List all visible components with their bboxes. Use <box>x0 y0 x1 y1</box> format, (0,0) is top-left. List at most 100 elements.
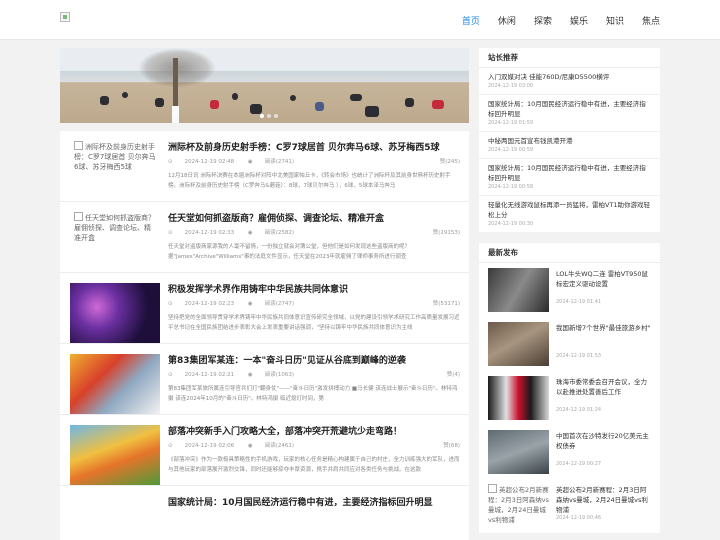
recommend-item[interactable]: 中秘两国元首宣布钱凯港开港 2024-12-19 00:59 <box>479 132 660 159</box>
recommend-title: 站长推荐 <box>479 48 660 68</box>
nav-item-knowledge[interactable]: 知识 <box>606 14 624 27</box>
recommend-item-date: 2024-12-19 01:59 <box>488 120 534 126</box>
article-summary: 《部落冲突》作为一款极具策略性的手机游戏，玩家的核心任务是精心构建属于自己的村庄… <box>168 457 460 473</box>
article-date: 2024-12-19 02:33 <box>184 230 235 236</box>
site-header: 首页 休闲 探索 娱乐 知识 焦点 <box>0 0 720 40</box>
article-summary: 12月18日讯 洲际杯决赛在本届洲际杯对阵中北美国家帕丘卡，《转会市场》也统计了… <box>168 173 451 189</box>
article-reads: 阅读(2582) <box>264 230 295 236</box>
recommend-box: 站长推荐 入门双媒对决 佳能760D/尼康D5500横评 2024-12-19 … <box>479 48 660 233</box>
article-title[interactable]: 国家统计局：10月国民经济运行稳中有进，主要经济指标回升明显 <box>168 495 460 508</box>
latest-item-date: 2024-12-19 00:27 <box>556 461 602 467</box>
latest-box: 最新发布 LOL牛头WQ二连 雷柏VT950鼠标宏定义驱动设置 2024-12-… <box>479 243 660 533</box>
recommend-item-date: 2024-12-19 00:30 <box>488 221 534 227</box>
nav-item-focus[interactable]: 焦点 <box>642 14 660 27</box>
article-reads: 阅读(2741) <box>264 159 295 165</box>
article-item[interactable]: 洲际杯及前身历史射手榜：C罗7球居首 贝尔奔马6球、苏牙梅西5球 洲际杯及前身历… <box>60 131 469 202</box>
recommend-item-title[interactable]: 国家统计局：10月国民经济运行稳中有进，主要经济指标回升明显 <box>488 163 651 183</box>
nav-item-entertainment[interactable]: 娱乐 <box>570 14 588 27</box>
latest-item[interactable]: 珠海市委常委会召开会议，全力以赴推进处置善后工作 2024-12-19 01:2… <box>479 371 660 425</box>
latest-thumb-image[interactable] <box>488 322 549 366</box>
latest-item-date: 2024-12-19 01:24 <box>556 407 602 413</box>
article-title[interactable]: 积极发挥学术界作用铸牢中华民族共同体意识 <box>168 282 460 295</box>
article-likes[interactable]: 赞(4) <box>447 370 460 378</box>
article-reads: 阅读(1063) <box>264 372 295 378</box>
eye-icon: ◉ <box>247 443 253 449</box>
article-item[interactable]: 国家统计局：10月国民经济运行稳中有进，主要经济指标回升明显 <box>60 486 469 540</box>
recommend-item-title[interactable]: 国家统计局：10月国民经济运行稳中有进，主要经济指标回升明显 <box>488 99 651 119</box>
nav-item-home[interactable]: 首页 <box>462 14 480 27</box>
latest-item-title[interactable]: LOL牛头WQ二连 雷柏VT950鼠标宏定义驱动设置 <box>556 269 652 299</box>
article-summary: 坚持把党的全面领导贯穿学术界铸牢中华民族共同体意识宣传研究全领域，以党的建设引领… <box>168 315 460 331</box>
latest-item-title[interactable]: 珠海市委常委会召开会议，全力以赴推进处置善后工作 <box>556 377 652 407</box>
latest-thumb-image[interactable] <box>488 376 549 420</box>
article-likes[interactable]: 赞(68) <box>443 441 460 449</box>
article-thumb-concert-image[interactable] <box>70 283 160 343</box>
article-list: 洲际杯及前身历史射手榜：C罗7球居首 贝尔奔马6球、苏牙梅西5球 洲际杯及前身历… <box>60 131 469 540</box>
latest-item-date: 2024-12-19 01:41 <box>556 299 602 305</box>
article-date: 2024-12-19 02:06 <box>184 443 235 449</box>
latest-thumb-image[interactable] <box>488 268 549 312</box>
recommend-item-date: 2024-12-19 00:59 <box>488 147 534 153</box>
clock-icon: ⊙ <box>168 372 173 378</box>
article-item[interactable]: 任天堂如何抓盗版商？雇佣侦探、调查论坛、精准开盒 任天堂如何抓盗版商？雇佣侦探、… <box>60 202 469 273</box>
hero-slider[interactable] <box>60 48 469 123</box>
main-nav: 首页 休闲 探索 娱乐 知识 焦点 <box>462 0 660 40</box>
latest-item[interactable]: 英超公布2月新赛程：2月3日阿森纳vs曼城，2月24日曼城vs利物浦 英超公布2… <box>479 479 660 533</box>
latest-item[interactable]: 我国新增7个世界"最佳旅游乡村" 2024-12-19 01:53 <box>479 317 660 371</box>
recommend-item[interactable]: 入门双媒对决 佳能760D/尼康D5500横评 2024-12-19 03:00 <box>479 68 660 95</box>
article-thumb-festival-image[interactable] <box>70 354 160 414</box>
article-title[interactable]: 任天堂如何抓盗版商？雇佣侦探、调查论坛、精准开盒 <box>168 211 460 224</box>
latest-item[interactable]: 中国首次在沙特发行20亿美元主权债券 2024-12-19 00:27 <box>479 425 660 479</box>
nav-item-explore[interactable]: 探索 <box>534 14 552 27</box>
eye-icon: ◉ <box>247 159 253 165</box>
clock-icon: ⊙ <box>168 230 173 236</box>
eye-icon: ◉ <box>247 372 253 378</box>
article-likes[interactable]: 赞(19153) <box>433 228 460 236</box>
recommend-item[interactable]: 国家统计局：10月国民经济运行稳中有进，主要经济指标回升明显 2024-12-1… <box>479 159 660 196</box>
hero-dot-1[interactable] <box>260 114 264 118</box>
latest-item-title[interactable]: 我国新增7个世界"最佳旅游乡村" <box>556 323 652 353</box>
article-summary: 任天堂对盗版商家源我的人毫不留情，一份独立就会对簿公堂，但他们是如何发现这些盗版… <box>168 244 411 260</box>
sidebar: 站长推荐 入门双媒对决 佳能760D/尼康D5500横评 2024-12-19 … <box>479 48 660 533</box>
clock-icon: ⊙ <box>168 159 173 165</box>
latest-item[interactable]: LOL牛头WQ二连 雷柏VT950鼠标宏定义驱动设置 2024-12-19 01… <box>479 263 660 317</box>
clock-icon: ⊙ <box>168 443 173 449</box>
article-date: 2024-12-19 02:21 <box>184 372 235 378</box>
latest-item-date: 2024-12-19 01:53 <box>556 353 602 359</box>
clock-icon: ⊙ <box>168 301 173 307</box>
recommend-item[interactable]: 国家统计局：10月国民经济运行稳中有进，主要经济指标回升明显 2024-12-1… <box>479 95 660 132</box>
article-thumb[interactable]: 任天堂如何抓盗版商？雇佣侦探、调查论坛、精准开盒 <box>70 212 160 272</box>
article-meta: ⊙ 2024-12-19 02:48 ◉ 阅读(2741) 赞(245) <box>168 157 460 167</box>
article-item[interactable]: 积极发挥学术界作用铸牢中华民族共同体意识 ⊙ 2024-12-19 02:23 ◉… <box>60 273 469 344</box>
eye-icon: ◉ <box>247 301 253 307</box>
recommend-item-title[interactable]: 中秘两国元首宣布钱凯港开港 <box>488 136 651 146</box>
article-thumb-game-image[interactable] <box>70 425 160 485</box>
article-item[interactable]: 部落冲突新手入门攻略大全，部落冲突开荒避坑少走弯路！ ⊙ 2024-12-19 0… <box>60 415 469 486</box>
nav-item-leisure[interactable]: 休闲 <box>498 14 516 27</box>
article-title[interactable]: 部落冲突新手入门攻略大全，部落冲突开荒避坑少走弯路！ <box>168 424 460 437</box>
article-title[interactable]: 洲际杯及前身历史射手榜：C罗7球居首 贝尔奔马6球、苏牙梅西5球 <box>168 140 460 153</box>
article-thumb[interactable]: 洲际杯及前身历史射手榜：C罗7球居首 贝尔奔马6球、苏牙梅西5球 <box>70 141 160 201</box>
recommend-item-title[interactable]: 轻量化无线游戏鼠标再添一员猛将，雷柏VT1助你游戏轻松上分 <box>488 200 651 220</box>
hero-dot-3[interactable] <box>274 114 278 118</box>
article-reads: 阅读(2461) <box>264 443 295 449</box>
site-logo-icon[interactable] <box>60 12 70 22</box>
article-summary: 第83集团军某旅所属连引导官兵们打"翻身仗"——"奋斗日历"激发拼搏动力 ■马长… <box>168 386 458 402</box>
article-title[interactable]: 第83集团军某连：一本"奋斗日历"见证从谷底到巅峰的逆袭 <box>168 353 460 366</box>
latest-thumb-broken[interactable]: 英超公布2月新赛程：2月3日阿森纳vs曼城，2月24日曼城vs利物浦 <box>488 484 549 528</box>
article-date: 2024-12-19 02:23 <box>184 301 235 307</box>
article-likes[interactable]: 赞(245) <box>440 157 460 165</box>
hero-dot-2[interactable] <box>267 114 271 118</box>
recommend-item-title[interactable]: 入门双媒对决 佳能760D/尼康D5500横评 <box>488 72 651 82</box>
eye-icon: ◉ <box>247 230 253 236</box>
recommend-item[interactable]: 轻量化无线游戏鼠标再添一员猛将，雷柏VT1助你游戏轻松上分 2024-12-19… <box>479 196 660 233</box>
latest-item-title[interactable]: 中国首次在沙特发行20亿美元主权债券 <box>556 431 652 461</box>
article-item[interactable]: 第83集团军某连：一本"奋斗日历"见证从谷底到巅峰的逆袭 ⊙ 2024-12-19… <box>60 344 469 415</box>
recommend-item-date: 2024-12-19 00:58 <box>488 184 534 190</box>
latest-thumb-image[interactable] <box>488 430 549 474</box>
article-likes[interactable]: 赞(53171) <box>433 299 460 307</box>
article-date: 2024-12-19 02:48 <box>184 159 235 165</box>
article-meta: ⊙ 2024-12-19 02:06 ◉ 阅读(2461) 赞(68) <box>168 441 460 451</box>
latest-title: 最新发布 <box>479 243 660 263</box>
latest-item-title[interactable]: 英超公布2月新赛程：2月3日阿森纳vs曼城，2月24日曼城vs利物浦 <box>556 485 652 515</box>
